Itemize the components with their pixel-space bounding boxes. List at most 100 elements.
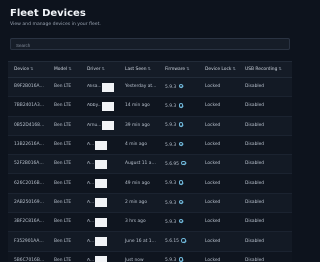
table-row[interactable]: 3BF2C816A1D... Ben LTE A... 3 hrs ago 5.9.3 …: [8, 212, 292, 233]
redaction-box: [102, 82, 114, 92]
cell-usb-recording: Disabled: [239, 212, 292, 233]
sort-icon: ⇅: [68, 66, 72, 71]
redaction-box: [95, 198, 108, 208]
firmware-version: 5.9.3: [165, 219, 177, 225]
cell-last-seen: 4 min ago: [119, 135, 159, 156]
cell-device: F352901AA02...: [8, 231, 48, 252]
column-header-model[interactable]: Model⇅: [48, 61, 81, 78]
cell-last-seen: June 16 at 10...: [119, 231, 159, 252]
check-circle-icon: [181, 238, 186, 243]
table-row[interactable]: 52F2B016A02... Ben LTE A... August 11 at...…: [8, 154, 292, 175]
cell-model: Ben LTE: [48, 193, 81, 214]
page-title: Fleet Devices: [10, 8, 86, 19]
driver-name: A...: [87, 142, 95, 148]
cell-driver: A...: [81, 212, 119, 233]
page-subtitle: View and manage devices in your fleet.: [10, 22, 101, 27]
cell-firmware: 5.9.3: [159, 135, 199, 156]
cell-model: Ben LTE: [48, 135, 81, 156]
driver-name: Alisa...: [87, 84, 101, 90]
cell-device-lock: Locked: [199, 193, 239, 214]
cell-device: 7BB2401A3A0...: [8, 96, 48, 117]
firmware-version: 5.6.15: [165, 238, 179, 244]
cell-last-seen: 49 min ago: [119, 173, 159, 194]
cell-driver: A...: [81, 251, 119, 262]
redaction-box: [102, 101, 114, 111]
column-header-driver[interactable]: Driver⇅: [81, 61, 119, 78]
cell-usb-recording: Disabled: [239, 116, 292, 136]
devices-table: Device⇅ Model⇅ Driver⇅ Last Seen⇅ Firmwa…: [8, 61, 292, 262]
driver-name: Abby...: [87, 103, 101, 109]
redaction-box: [95, 159, 108, 169]
table-row[interactable]: B9F2B016A02... Ben LTE Alisa... Yesterday a…: [8, 77, 292, 98]
cell-driver: A...: [81, 193, 119, 214]
cell-firmware: 5.9.3: [159, 96, 199, 117]
column-header-last-seen[interactable]: Last Seen⇅: [119, 61, 159, 78]
sort-icon: ⇅: [232, 66, 236, 71]
cell-model: Ben LTE: [48, 173, 81, 194]
table-row[interactable]: 7BB2401A3A0... Ben LTE Abby... 14 min ago 5.…: [8, 96, 292, 117]
cell-firmware: 5.6.95: [159, 154, 199, 175]
firmware-version: 5.9.3: [165, 103, 177, 109]
check-circle-icon: [178, 180, 184, 185]
check-circle-icon: [178, 257, 184, 262]
cell-device-lock: Locked: [199, 212, 239, 233]
page-header: Fleet Devices View and manage devices in…: [10, 7, 290, 28]
table-row[interactable]: 0B52D416815... Ben LTE Arnu... 39 min ago 5.…: [8, 116, 292, 136]
cell-device: 626C2016B09...: [8, 173, 48, 194]
redaction-box: [95, 256, 108, 262]
sort-icon: ⇅: [278, 66, 282, 71]
firmware-version: 5.9.3: [165, 123, 177, 129]
cell-device-lock: Locked: [199, 154, 239, 175]
check-circle-icon: [178, 141, 184, 147]
cell-usb-recording: Disabled: [239, 251, 292, 262]
cell-device-lock: Locked: [199, 77, 239, 98]
cell-model: Ben LTE: [48, 212, 81, 233]
driver-name: A...: [87, 161, 95, 167]
check-circle-icon: [178, 218, 184, 224]
sort-icon: ⇅: [30, 66, 34, 71]
table-row[interactable]: 13B22616A054...Ben LTE A... 4 min ago 5.9.3…: [8, 135, 292, 156]
table-row[interactable]: 5B6C7016B09... Ben LTE A... Just now 5.9.3 L…: [8, 251, 292, 262]
firmware-version: 5.6.95: [165, 161, 179, 167]
cell-usb-recording: Disabled: [239, 96, 292, 117]
search-input[interactable]: [10, 38, 290, 50]
cell-driver: Arnu...: [81, 116, 119, 136]
cell-usb-recording: Disabled: [239, 154, 292, 175]
driver-name: A...: [87, 219, 95, 225]
check-circle-icon: [178, 199, 184, 205]
cell-device-lock: Locked: [199, 251, 239, 262]
driver-name: A...: [87, 199, 95, 205]
redaction-box: [102, 121, 114, 131]
cell-driver: Alisa...: [81, 77, 119, 98]
cell-driver: A...: [81, 173, 119, 194]
cell-device: 2AB2501692D...: [8, 193, 48, 214]
cell-usb-recording: Disabled: [239, 193, 292, 214]
column-header-device-lock[interactable]: Device Lock⇅: [199, 61, 239, 78]
column-header-firmware[interactable]: Firmware⇅: [159, 61, 199, 78]
column-header-usb-recording[interactable]: USB Recording⇅: [239, 61, 292, 78]
cell-firmware: 5.9.3: [159, 77, 199, 98]
column-header-device[interactable]: Device⇅: [8, 61, 48, 78]
firmware-version: 5.9.3: [165, 142, 177, 148]
firmware-version: 5.9.3: [165, 84, 177, 90]
cell-device-lock: Locked: [199, 116, 239, 136]
cell-device-lock: Locked: [199, 96, 239, 117]
cell-driver: Abby...: [81, 96, 119, 117]
cell-last-seen: Yesterday at...: [119, 77, 159, 98]
cell-device: 0B52D416815...: [8, 116, 48, 136]
cell-model: Ben LTE: [48, 116, 81, 136]
cell-last-seen: 39 min ago: [119, 116, 159, 136]
cell-firmware: 5.9.3: [159, 116, 199, 136]
cell-driver: A...: [81, 154, 119, 175]
sort-icon: ⇅: [186, 66, 190, 71]
cell-driver: A...: [81, 135, 119, 156]
table-row[interactable]: 626C2016B09... Ben LTE A... 49 min ago 5.9.3…: [8, 173, 292, 194]
table-row[interactable]: 2AB2501692D... Ben LTE A... 2 min ago 5.9.3 …: [8, 193, 292, 214]
cell-device: 3BF2C816A1D...: [8, 212, 48, 233]
cell-device: 13B22616A054...: [8, 135, 48, 156]
table-row[interactable]: F352901AA02... Ben LTE A... June 16 at 10..…: [8, 231, 292, 252]
cell-device: 52F2B016A02...: [8, 154, 48, 175]
cell-firmware: 5.9.3: [159, 193, 199, 214]
firmware-version: 5.9.3: [165, 258, 177, 262]
cell-device-lock: Locked: [199, 231, 239, 252]
